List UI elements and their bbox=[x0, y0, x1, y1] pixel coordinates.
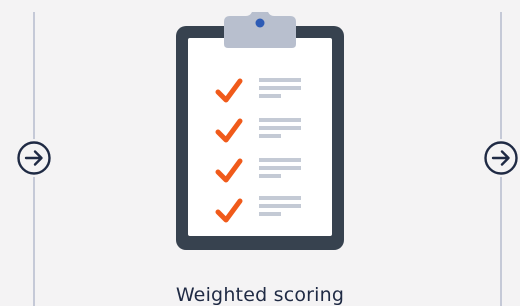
previous-arrow-button[interactable] bbox=[15, 139, 53, 177]
clipboard-clip bbox=[224, 12, 296, 48]
arrow-right-circle-icon bbox=[17, 141, 51, 175]
arrow-right-circle-icon bbox=[484, 141, 518, 175]
card-caption: Weighted scoring bbox=[175, 284, 345, 306]
next-arrow-button[interactable] bbox=[482, 139, 520, 177]
clip-dot bbox=[255, 18, 265, 28]
clipboard-checklist-icon bbox=[176, 12, 344, 250]
